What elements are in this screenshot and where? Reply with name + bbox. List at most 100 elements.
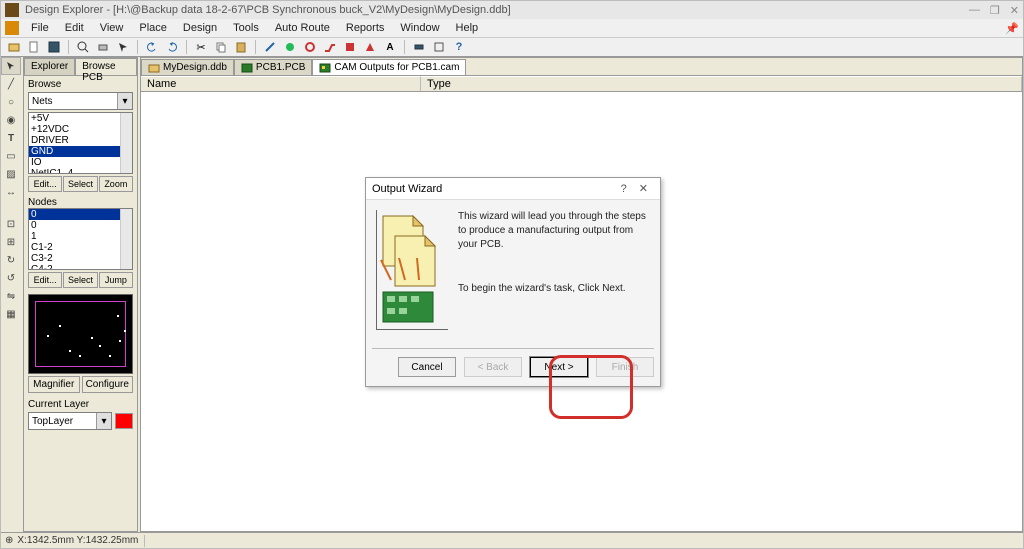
- list-item[interactable]: +5V: [29, 113, 132, 124]
- dialog-help-button[interactable]: ?: [615, 183, 633, 195]
- menu-bar: File Edit View Place Design Tools Auto R…: [1, 19, 1023, 37]
- palette-select-icon[interactable]: [1, 57, 21, 75]
- tool-help-icon[interactable]: ?: [450, 39, 468, 55]
- menu-tools[interactable]: Tools: [225, 22, 267, 34]
- list-item[interactable]: C1-2: [29, 242, 132, 253]
- tool-print-icon[interactable]: [94, 39, 112, 55]
- minimize-button[interactable]: —: [969, 4, 980, 17]
- tool-string-icon[interactable]: A: [381, 39, 399, 55]
- palette-rotate2-icon[interactable]: ↺: [1, 269, 21, 287]
- palette-grid-icon[interactable]: ▦: [1, 305, 21, 323]
- tool-paste-icon[interactable]: [232, 39, 250, 55]
- doc-tabs: MyDesign.ddb PCB1.PCB CAM Outputs for PC…: [141, 58, 1022, 76]
- col-type[interactable]: Type: [421, 76, 1022, 91]
- column-headers: Name Type: [141, 76, 1022, 92]
- tool-open-icon[interactable]: [5, 39, 23, 55]
- menu-view[interactable]: View: [92, 22, 132, 34]
- configure-button[interactable]: Configure: [82, 376, 134, 393]
- cancel-button[interactable]: Cancel: [398, 357, 456, 377]
- pin-icon[interactable]: 📌: [1005, 22, 1019, 35]
- dialog-title: Output Wizard: [372, 183, 615, 195]
- layer-color-swatch[interactable]: [115, 413, 133, 429]
- palette-rect-icon[interactable]: ▭: [1, 147, 21, 165]
- palette-text-icon[interactable]: T: [1, 129, 21, 147]
- palette-line-icon[interactable]: ╱: [1, 75, 21, 93]
- doc-tab-pcb[interactable]: PCB1.PCB: [234, 59, 312, 75]
- list-item[interactable]: C4-2: [29, 264, 132, 270]
- side-palette: ╱ ○ ◉ T ▭ ▨ ↔ ⊡ ⊞ ↻ ↺ ⇋ ▦: [1, 57, 21, 532]
- list-item[interactable]: DRIVER: [29, 135, 132, 146]
- tab-browse-pcb[interactable]: Browse PCB: [75, 58, 137, 75]
- menu-file[interactable]: File: [23, 22, 57, 34]
- menu-design[interactable]: Design: [175, 22, 225, 34]
- menu-help[interactable]: Help: [448, 22, 487, 34]
- menu-edit[interactable]: Edit: [57, 22, 92, 34]
- palette-dim-icon[interactable]: ↔: [1, 183, 21, 201]
- tool-zoom-icon[interactable]: [74, 39, 92, 55]
- tool-browse-icon[interactable]: [430, 39, 448, 55]
- palette-snap-1-icon[interactable]: ⊡: [1, 215, 21, 233]
- nodes-jump-button[interactable]: Jump: [99, 272, 133, 288]
- tool-line-icon[interactable]: [261, 39, 279, 55]
- maximize-button[interactable]: ❐: [990, 4, 1000, 17]
- tab-explorer[interactable]: Explorer: [24, 58, 75, 75]
- tool-cut-icon[interactable]: ✂: [192, 39, 210, 55]
- list-item[interactable]: NetIC1_4: [29, 168, 132, 174]
- scrollbar[interactable]: [120, 113, 132, 173]
- nets-select-button[interactable]: Select: [63, 176, 97, 192]
- menu-window[interactable]: Window: [392, 22, 447, 34]
- list-item[interactable]: GND: [29, 146, 132, 157]
- col-name[interactable]: Name: [141, 76, 421, 91]
- doc-tab-ddb[interactable]: MyDesign.ddb: [141, 59, 234, 75]
- palette-pad-icon[interactable]: ○: [1, 93, 21, 111]
- tool-comp-icon[interactable]: [410, 39, 428, 55]
- nodes-edit-button[interactable]: Edit...: [28, 272, 62, 288]
- tool-copy-icon[interactable]: [212, 39, 230, 55]
- tool-save-icon[interactable]: [45, 39, 63, 55]
- tool-poly-icon[interactable]: [361, 39, 379, 55]
- doc-icon: [5, 21, 19, 35]
- tool-pad-icon[interactable]: [281, 39, 299, 55]
- list-item[interactable]: 0: [29, 209, 132, 220]
- menu-autoroute[interactable]: Auto Route: [267, 22, 338, 34]
- menu-place[interactable]: Place: [131, 22, 175, 34]
- chevron-down-icon[interactable]: ▾: [96, 413, 111, 429]
- doc-tab-label: CAM Outputs for PCB1.cam: [334, 62, 459, 73]
- tool-fill-icon[interactable]: [341, 39, 359, 55]
- menu-reports[interactable]: Reports: [338, 22, 393, 34]
- annotation-callout: [549, 355, 633, 419]
- tool-undo-icon[interactable]: [143, 39, 161, 55]
- palette-mirror-icon[interactable]: ⇋: [1, 287, 21, 305]
- nets-edit-button[interactable]: Edit...: [28, 176, 62, 192]
- layer-combo[interactable]: TopLayer ▾: [28, 412, 112, 430]
- palette-snap-2-icon[interactable]: ⊞: [1, 233, 21, 251]
- dialog-close-button[interactable]: ✕: [633, 182, 654, 195]
- tool-arrow-icon[interactable]: [114, 39, 132, 55]
- list-item[interactable]: 1: [29, 231, 132, 242]
- list-item[interactable]: +12VDC: [29, 124, 132, 135]
- scrollbar[interactable]: [120, 209, 132, 269]
- tool-via-icon[interactable]: [301, 39, 319, 55]
- title-bar: Design Explorer - [H:\@Backup data 18-2-…: [1, 1, 1023, 19]
- list-item[interactable]: C3-2: [29, 253, 132, 264]
- list-item[interactable]: 0: [29, 220, 132, 231]
- list-item[interactable]: IO: [29, 157, 132, 168]
- tool-new-icon[interactable]: [25, 39, 43, 55]
- tool-redo-icon[interactable]: [163, 39, 181, 55]
- palette-rotate-icon[interactable]: ↻: [1, 251, 21, 269]
- tool-track-icon[interactable]: [321, 39, 339, 55]
- wizard-text: This wizard will lead you through the st…: [458, 210, 650, 338]
- nets-list[interactable]: +5V +12VDC DRIVER GND IO NetIC1_4 NetIC1…: [28, 112, 133, 174]
- browse-combo-value: Nets: [32, 96, 53, 107]
- app-window: Design Explorer - [H:\@Backup data 18-2-…: [0, 0, 1024, 549]
- browse-combo[interactable]: Nets ▾: [28, 92, 133, 110]
- nodes-select-button[interactable]: Select: [63, 272, 97, 288]
- palette-via-icon[interactable]: ◉: [1, 111, 21, 129]
- chevron-down-icon[interactable]: ▾: [117, 93, 132, 109]
- nets-zoom-button[interactable]: Zoom: [99, 176, 133, 192]
- close-button[interactable]: ✕: [1010, 4, 1019, 17]
- doc-tab-cam[interactable]: CAM Outputs for PCB1.cam: [312, 59, 466, 75]
- nodes-list[interactable]: 0 0 1 C1-2 C3-2 C4-2 C5-2 C6-2: [28, 208, 133, 270]
- magnifier-button[interactable]: Magnifier: [28, 376, 80, 393]
- palette-more-icon[interactable]: ▨: [1, 165, 21, 183]
